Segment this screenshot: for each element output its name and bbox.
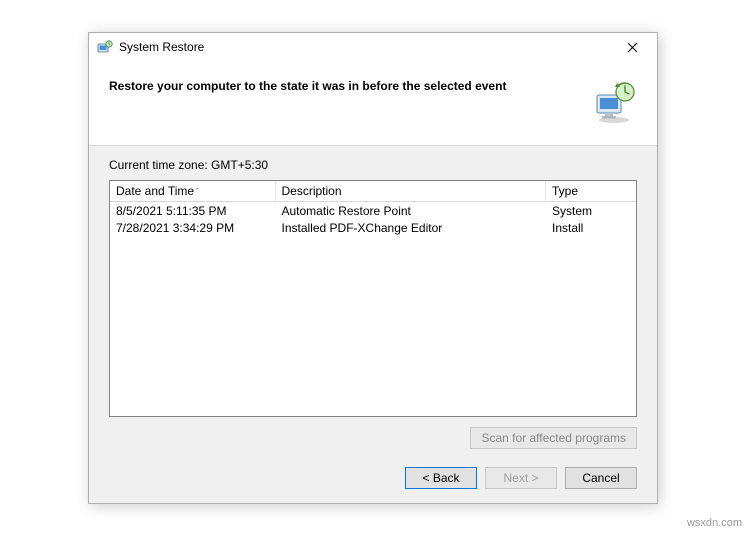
titlebar: System Restore [89, 33, 657, 61]
watermark: wsxdn.com [687, 517, 742, 529]
table-row[interactable]: 8/5/2021 5:11:35 PMAutomatic Restore Poi… [110, 202, 636, 220]
table-row-empty [110, 380, 636, 398]
table-row-empty [110, 254, 636, 272]
close-icon [627, 42, 638, 53]
table-row-empty [110, 308, 636, 326]
window-title: System Restore [119, 40, 204, 54]
scan-affected-button[interactable]: Scan for affected programs [470, 427, 637, 449]
restore-hero-icon [591, 79, 637, 125]
table-row[interactable]: 7/28/2021 3:34:29 PMInstalled PDF-XChang… [110, 219, 636, 236]
column-header-date-label: Date and Time [116, 184, 194, 198]
header-heading: Restore your computer to the state it wa… [109, 79, 575, 95]
table-header-row: Date and Timeˇ Description Type [110, 181, 636, 202]
system-restore-window: System Restore Restore your computer to … [88, 32, 658, 504]
cell-type: Install [546, 219, 636, 236]
cell-date: 7/28/2021 3:34:29 PM [110, 219, 275, 236]
back-button[interactable]: < Back [405, 467, 477, 489]
system-restore-icon [97, 39, 113, 55]
cancel-button[interactable]: Cancel [565, 467, 637, 489]
content-area: Current time zone: GMT+5:30 Date and Tim… [89, 146, 657, 457]
table-row-empty [110, 236, 636, 254]
column-header-description[interactable]: Description [275, 181, 546, 202]
wizard-footer: < Back Next > Cancel [89, 457, 657, 503]
table-row-empty [110, 362, 636, 380]
restore-points-table: Date and Timeˇ Description Type 8/5/2021… [109, 180, 637, 417]
next-button[interactable]: Next > [485, 467, 557, 489]
column-header-date[interactable]: Date and Timeˇ [110, 181, 275, 202]
table-row-empty [110, 344, 636, 362]
table-row-empty [110, 290, 636, 308]
timezone-label: Current time zone: GMT+5:30 [109, 158, 637, 172]
table-row-empty [110, 326, 636, 344]
cell-date: 8/5/2021 5:11:35 PM [110, 202, 275, 220]
cell-description: Automatic Restore Point [275, 202, 546, 220]
header-band: Restore your computer to the state it wa… [89, 61, 657, 146]
cell-type: System [546, 202, 636, 220]
column-header-description-label: Description [282, 184, 342, 198]
sort-indicator-icon: ˇ [196, 187, 199, 196]
column-header-type-label: Type [552, 184, 578, 198]
scan-row: Scan for affected programs [109, 427, 637, 449]
cell-description: Installed PDF-XChange Editor [275, 219, 546, 236]
table-row-empty [110, 272, 636, 290]
column-header-type[interactable]: Type [546, 181, 636, 202]
close-button[interactable] [613, 35, 651, 59]
